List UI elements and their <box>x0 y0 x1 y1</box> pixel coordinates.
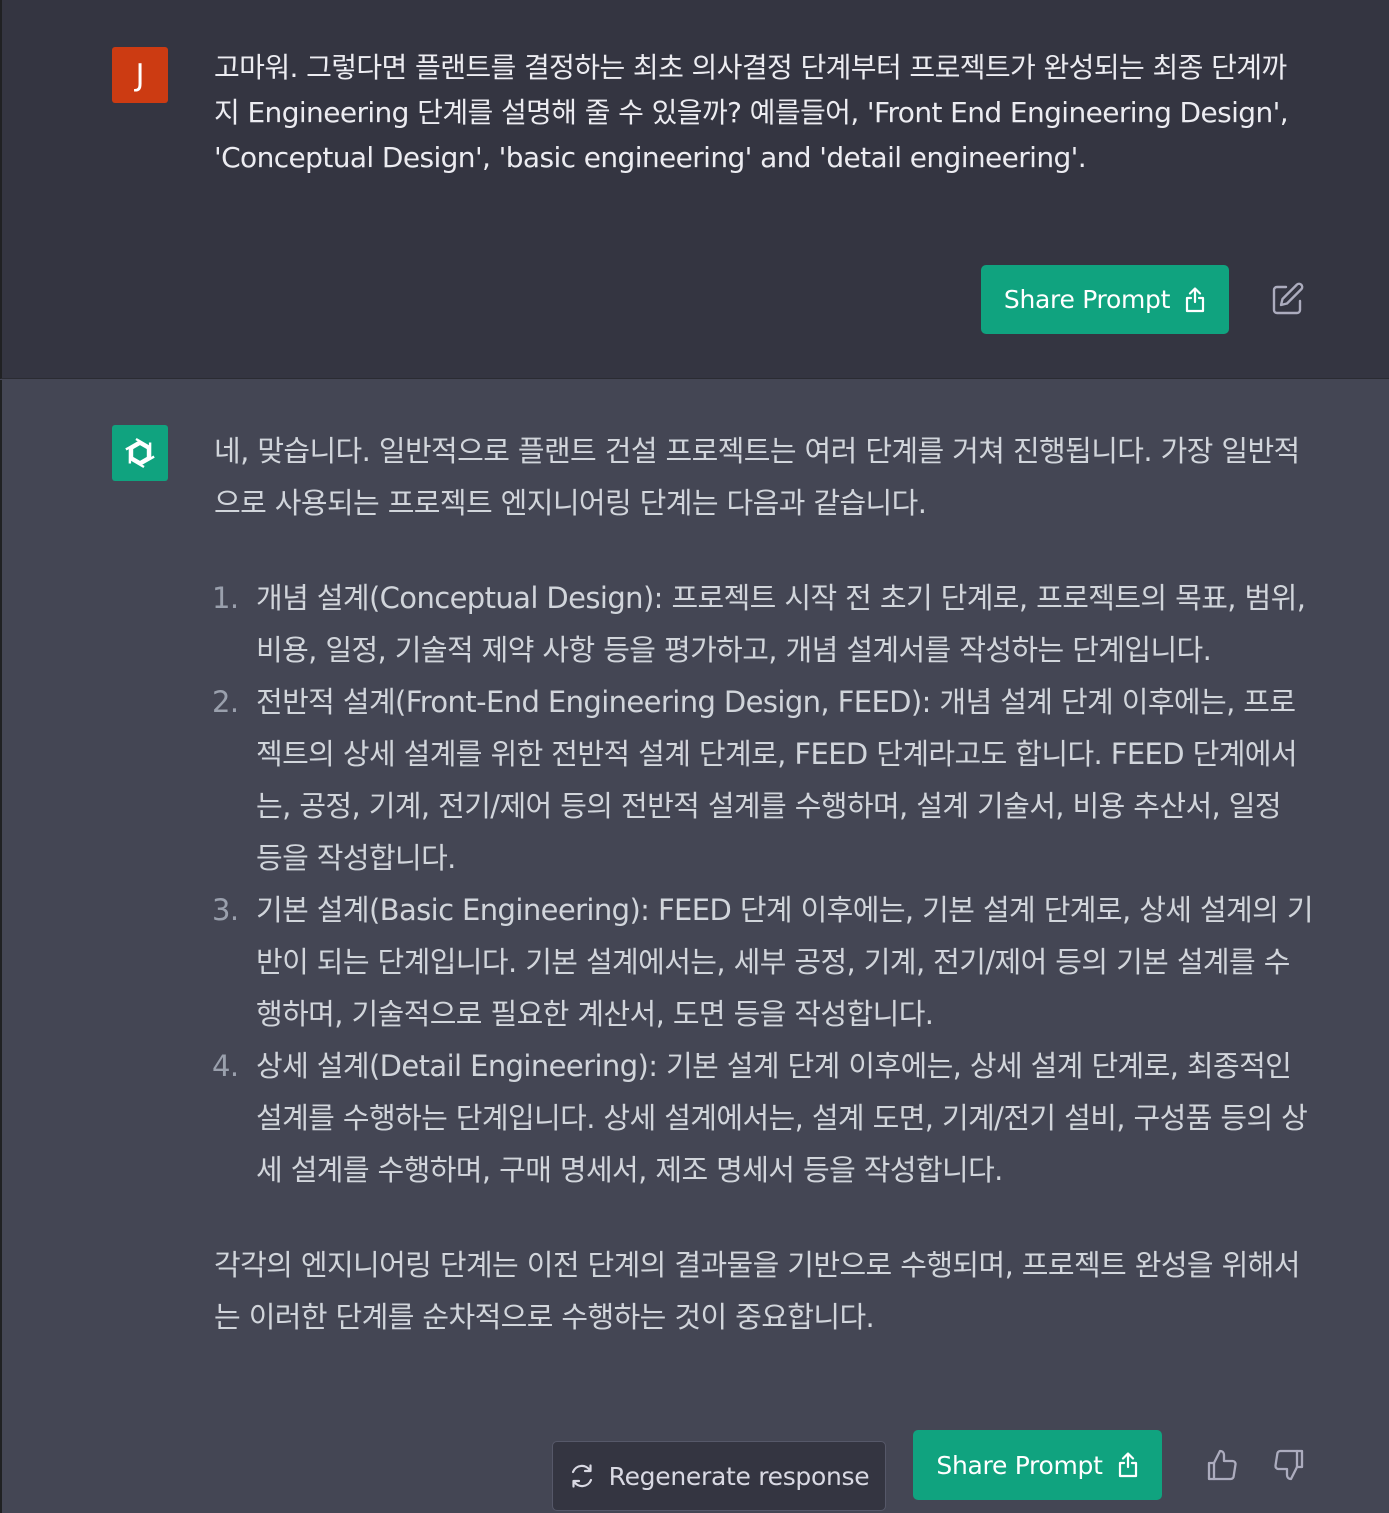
list-item: 3. 기본 설계(Basic Engineering): FEED 단계 이후에… <box>212 884 1314 1040</box>
list-item-text: 상세 설계(Detail Engineering): 기본 설계 단계 이후에는… <box>256 1049 1308 1187</box>
list-number: 2. <box>212 685 239 719</box>
user-avatar: J <box>112 47 168 103</box>
share-icon <box>1184 286 1206 313</box>
regenerate-response-button[interactable]: Regenerate response <box>552 1441 886 1511</box>
list-item-text: 개념 설계(Conceptual Design): 프로젝트 시작 전 초기 단… <box>256 581 1306 667</box>
assistant-message: 네, 맞습니다. 일반적으로 플랜트 건설 프로젝트는 여러 단계를 거쳐 진행… <box>0 380 1389 1513</box>
list-number: 3. <box>212 893 239 927</box>
share-prompt-button[interactable]: Share Prompt <box>913 1430 1162 1500</box>
list-item: 1. 개념 설계(Conceptual Design): 프로젝트 시작 전 초… <box>212 572 1314 676</box>
intro-paragraph: 네, 맞습니다. 일반적으로 플랜트 건설 프로젝트는 여러 단계를 거쳐 진행… <box>214 434 1300 520</box>
refresh-icon <box>569 1463 595 1489</box>
share-icon <box>1117 1452 1139 1478</box>
conclusion-paragraph: 각각의 엔지니어링 단계는 이전 단계의 결과물을 기반으로 수행되며, 프로젝… <box>214 1248 1300 1334</box>
edit-icon[interactable] <box>1270 281 1306 317</box>
user-message: J 고마워. 그렇다면 플랜트를 결정하는 최초 의사결정 단계부터 프로젝트가… <box>0 0 1389 379</box>
list-item: 4. 상세 설계(Detail Engineering): 기본 설계 단계 이… <box>212 1040 1314 1196</box>
list-number: 4. <box>212 1049 239 1083</box>
list-item-text: 기본 설계(Basic Engineering): FEED 단계 이후에는, … <box>256 893 1314 1031</box>
list-item-text: 전반적 설계(Front-End Engineering Design, FEE… <box>256 685 1298 875</box>
thumbs-down-icon[interactable] <box>1272 1448 1306 1482</box>
regenerate-label: Regenerate response <box>608 1461 870 1491</box>
avatar-letter: J <box>135 57 145 93</box>
list-item: 2. 전반적 설계(Front-End Engineering Design, … <box>212 676 1314 884</box>
engineering-steps-list: 1. 개념 설계(Conceptual Design): 프로젝트 시작 전 초… <box>212 572 1314 1196</box>
thumbs-up-icon[interactable] <box>1205 1448 1239 1482</box>
assistant-message-text: 네, 맞습니다. 일반적으로 플랜트 건설 프로젝트는 여러 단계를 거쳐 진행… <box>212 425 1314 1343</box>
openai-logo-icon <box>112 425 168 481</box>
share-prompt-button[interactable]: Share Prompt <box>981 265 1229 334</box>
share-prompt-label: Share Prompt <box>936 1450 1103 1480</box>
user-message-text: 고마워. 그렇다면 플랜트를 결정하는 최초 의사결정 단계부터 프로젝트가 완… <box>214 51 1289 174</box>
share-prompt-label: Share Prompt <box>1003 285 1171 314</box>
list-number: 1. <box>212 581 239 615</box>
